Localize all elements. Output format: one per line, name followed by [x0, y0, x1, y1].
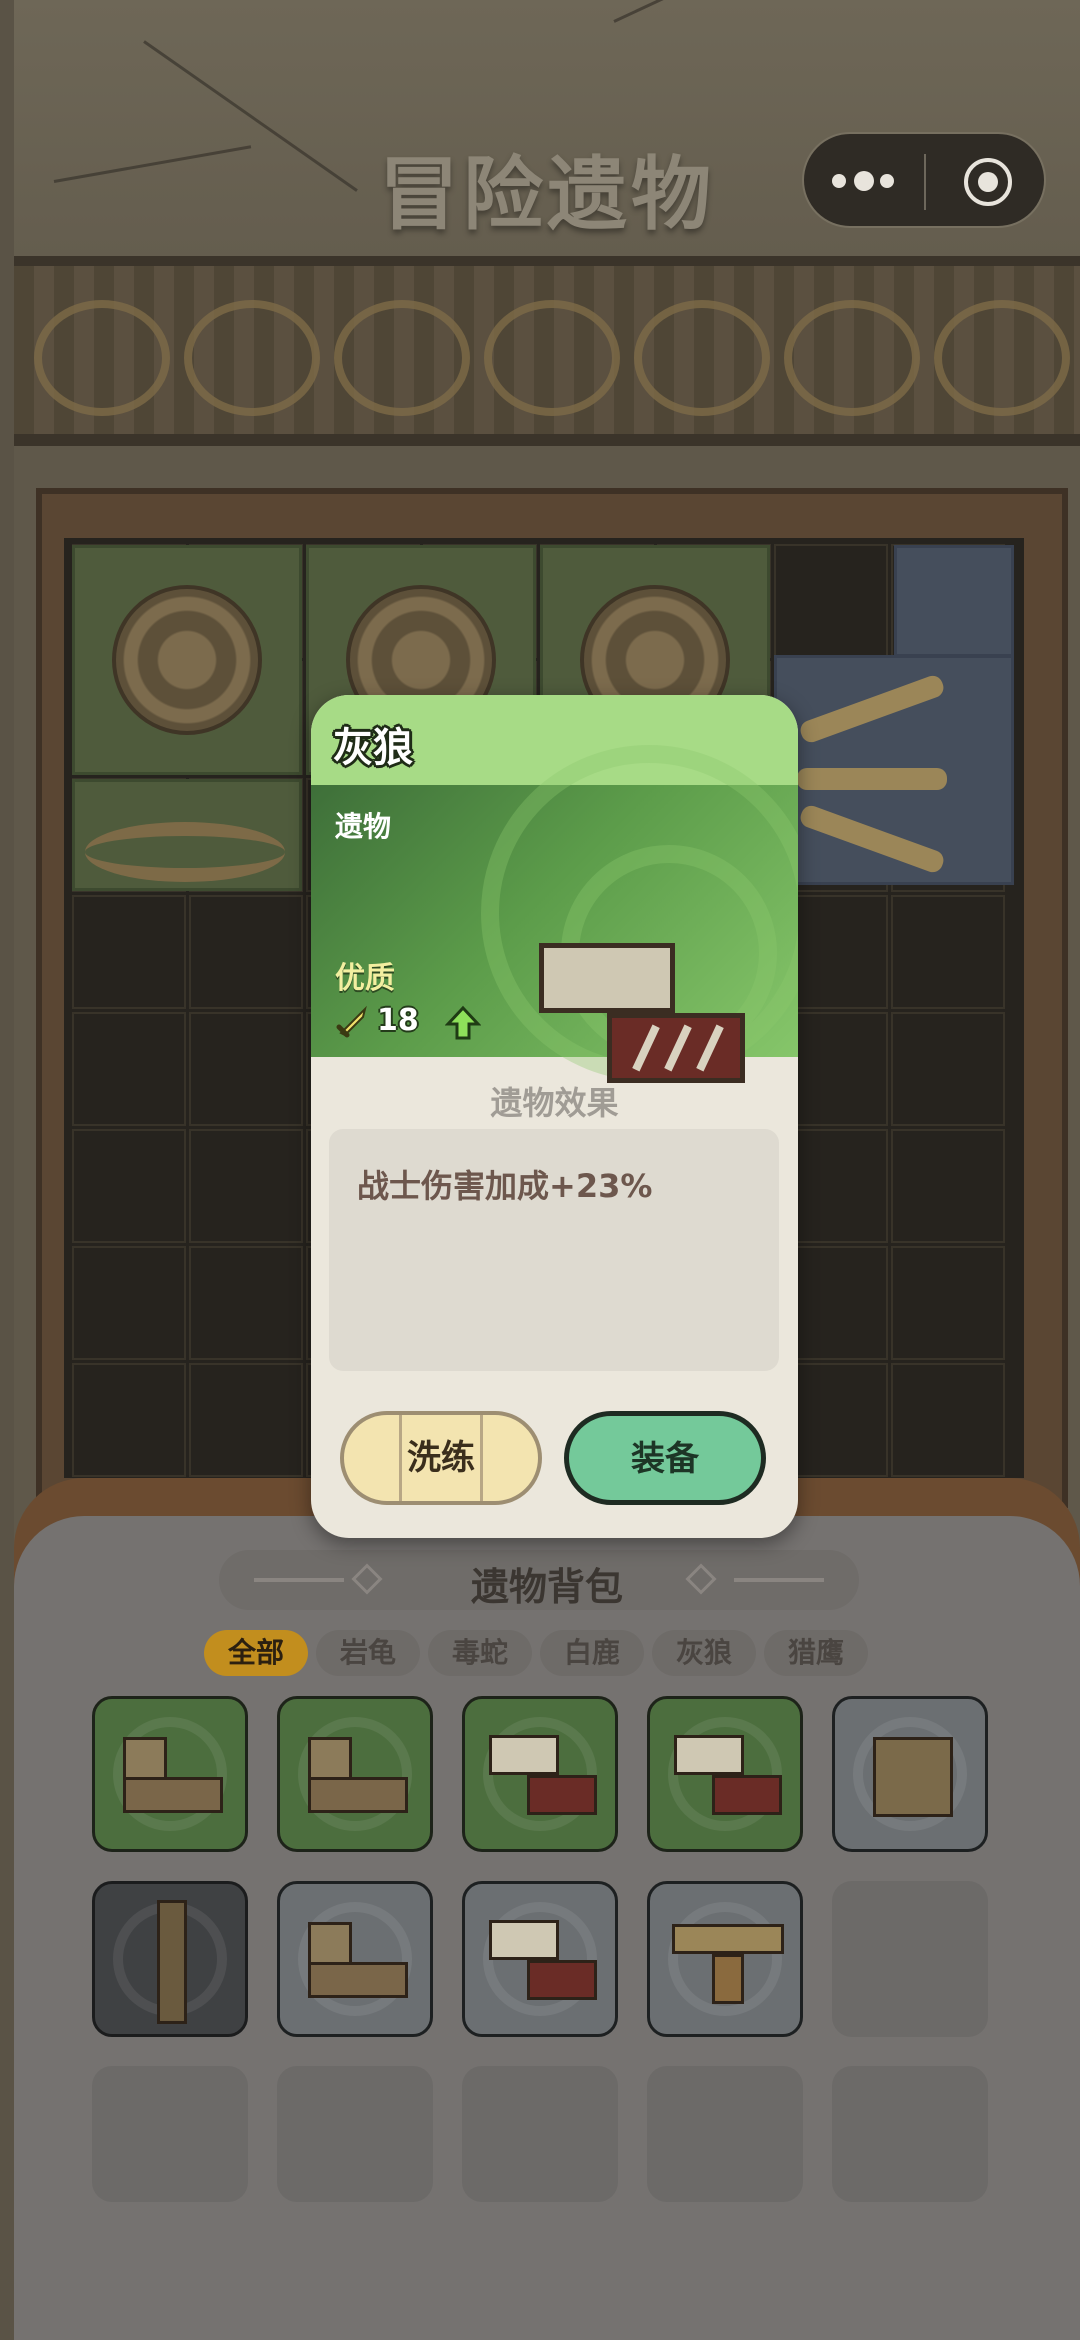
board-cell[interactable] [72, 1012, 186, 1126]
capsule-divider [924, 154, 926, 210]
board-snake-relic[interactable] [72, 779, 302, 891]
sword-icon [336, 1005, 367, 1038]
relic-type-label: 遗物 [335, 810, 392, 843]
board-cell[interactable] [891, 1363, 1005, 1477]
effect-text: 战士伤害加成+23% [357, 1167, 653, 1205]
effect-title: 遗物效果 [490, 1084, 619, 1122]
bag-slot-wolf[interactable] [462, 1696, 618, 1852]
bag-slot-empty [832, 1881, 988, 2037]
tab-all[interactable]: 全部 [204, 1630, 308, 1676]
more-dots-icon[interactable] [832, 164, 896, 200]
target-icon[interactable] [964, 158, 1012, 206]
board-cell[interactable] [72, 895, 186, 1009]
bag-slot-empty [832, 2066, 988, 2202]
bag-slot-empty [647, 2066, 803, 2202]
reroll-button[interactable]: 洗练 [340, 1411, 542, 1505]
mini-program-capsule [802, 132, 1046, 228]
game-screen: 冒险遗物 遗物背包 全部 岩龟 毒蛇 白鹿 灰狼 猎鹰 灰狼 遗物 优质 18 … [14, 0, 1080, 2340]
board-cell[interactable] [72, 1129, 186, 1243]
bag-slot-empty [462, 2066, 618, 2202]
board-cell[interactable] [189, 895, 303, 1009]
bag-slot-snake[interactable] [92, 1881, 248, 2037]
relic-detail-popup: 灰狼 遗物 优质 18 遗物效果 战士伤害加成+23% 洗练 装备 [311, 695, 798, 1538]
bag-slot-empty [92, 2066, 248, 2202]
bag-slot-wolf[interactable] [647, 1696, 803, 1852]
power-value: 18 [377, 1003, 419, 1038]
board-cell[interactable] [72, 1246, 186, 1360]
bag-slot-deer[interactable] [277, 1696, 433, 1852]
board-cell[interactable] [774, 544, 888, 658]
board-cell[interactable] [891, 1246, 1005, 1360]
equip-button[interactable]: 装备 [564, 1411, 766, 1505]
board-cell[interactable] [189, 1012, 303, 1126]
board-turtle-relic[interactable] [72, 545, 302, 775]
ornamental-band [14, 256, 1080, 446]
tab-falcon[interactable]: 猎鹰 [764, 1630, 868, 1676]
board-cell[interactable] [189, 1363, 303, 1477]
relic-name: 灰狼 [333, 725, 413, 771]
board-cell[interactable] [189, 1246, 303, 1360]
bag-slot-empty [277, 2066, 433, 2202]
board-cell[interactable] [189, 1129, 303, 1243]
tab-turtle[interactable]: 岩龟 [316, 1630, 420, 1676]
bag-slot-falcon[interactable] [647, 1881, 803, 2037]
board-falcon-relic[interactable] [774, 655, 1014, 885]
bag-slot-deer[interactable] [92, 1696, 248, 1852]
tab-wolf[interactable]: 灰狼 [652, 1630, 756, 1676]
board-cell[interactable] [891, 1012, 1005, 1126]
tab-deer[interactable]: 白鹿 [540, 1630, 644, 1676]
bag-title: 遗物背包 [470, 1565, 623, 1609]
bag-slot-wolf[interactable] [462, 1881, 618, 2037]
board-falcon-relic-top[interactable] [894, 545, 1014, 657]
relic-quality: 优质 [335, 961, 395, 996]
bag-slot-turtle[interactable] [832, 1696, 988, 1852]
board-cell[interactable] [891, 895, 1005, 1009]
board-cell[interactable] [891, 1129, 1005, 1243]
arrow-up-icon [445, 1005, 481, 1040]
bag-slot-deer[interactable] [277, 1881, 433, 2037]
effect-box: 战士伤害加成+23% [329, 1129, 779, 1371]
board-cell[interactable] [72, 1363, 186, 1477]
tab-snake[interactable]: 毒蛇 [428, 1630, 532, 1676]
